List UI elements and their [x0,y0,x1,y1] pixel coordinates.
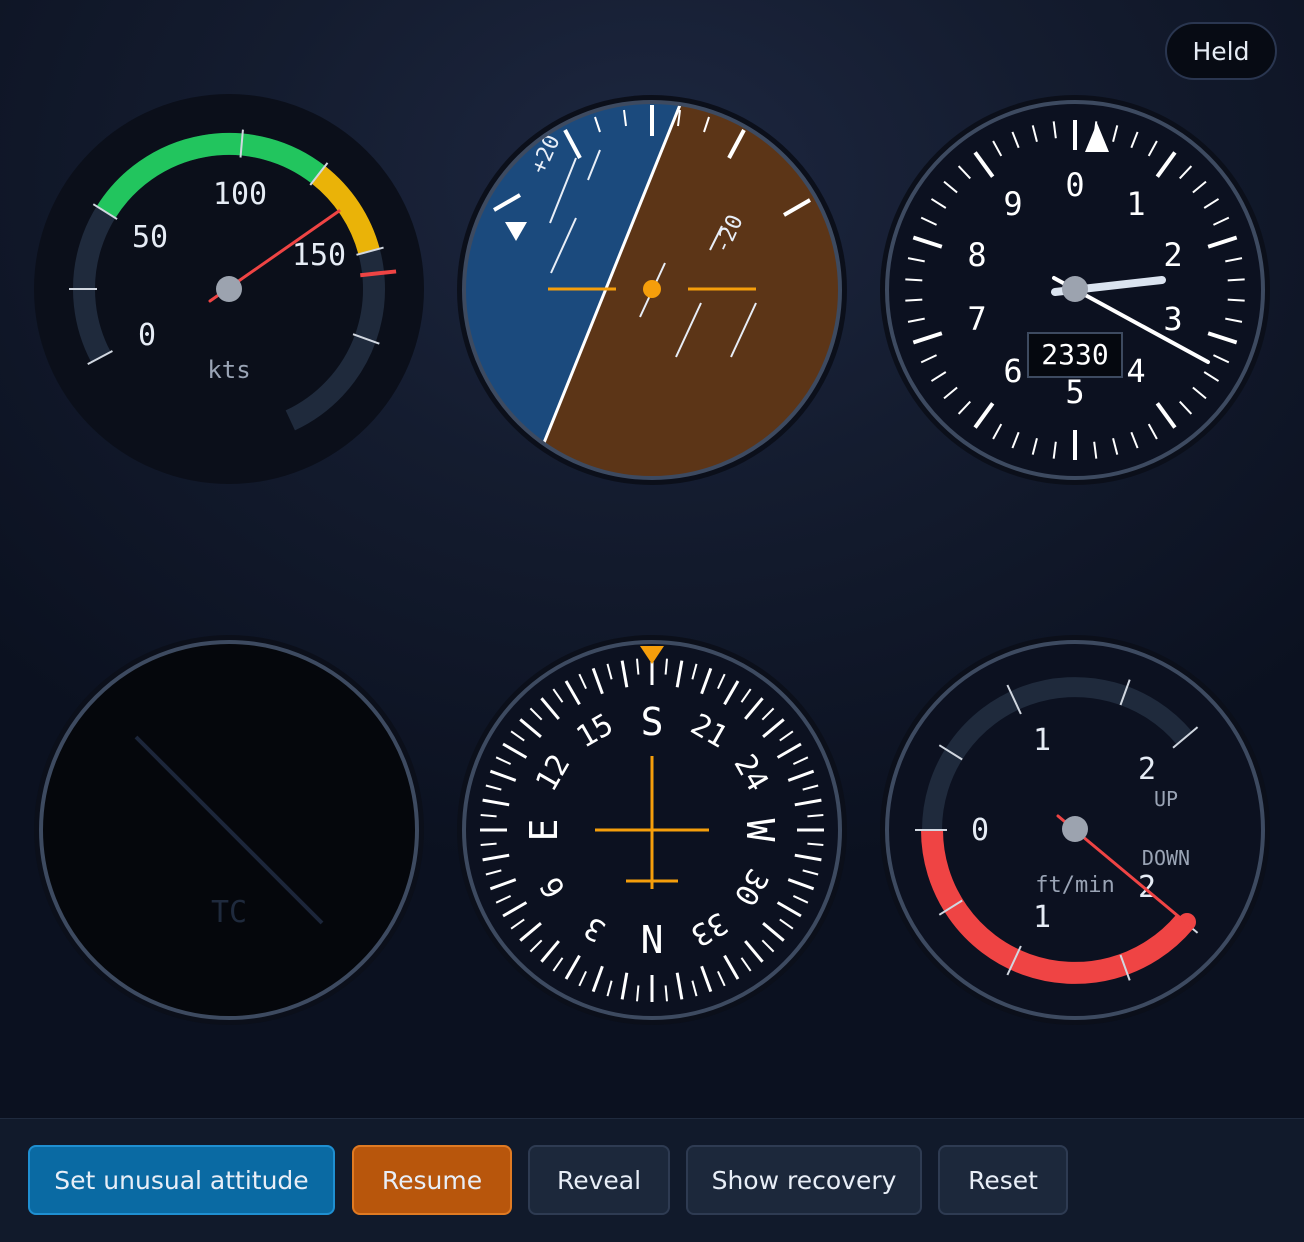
airspeed-label-100: 100 [213,177,267,212]
altimeter-digit-5: 5 [1065,373,1084,411]
heading-minor-tick [807,842,824,846]
altimeter-minor-tick [1227,298,1245,302]
control-toolbar: Set unusual attitude Resume Reveal Show … [0,1118,1304,1242]
altimeter-minor-tick [905,278,923,282]
altimeter-digit-8: 8 [967,236,986,274]
altimeter-readout: 2330 [1041,338,1108,371]
altimeter-digit-4: 4 [1126,352,1145,390]
altimeter-digit-3: 3 [1163,300,1182,338]
vsi-unit-label: ft/min [1035,873,1114,898]
airspeed-unit-label: kts [207,356,250,384]
altimeter-digit-7: 7 [967,300,986,338]
heading-indicator: S 21 24 W 30 33 N 3 6 E 12 15 [457,635,847,1025]
resume-button[interactable]: Resume [352,1145,512,1215]
turn-coordinator: TC [34,635,424,1025]
heading-minor-tick [480,814,497,818]
altimeter: 0 1 2 3 4 5 6 7 8 9 2330 [880,95,1270,485]
heading-label-s: S [641,700,664,744]
show-recovery-button[interactable]: Show recovery [686,1145,922,1215]
vsi-label-down-1: 1 [1033,900,1051,935]
instrument-panel-svg: 0 50 100 150 kts +20 -20 0 1 2 3 4 5 6 7… [34,94,1270,1025]
heading-label-w: W [738,819,782,842]
airspeed-label-150: 150 [292,238,346,273]
vsi-label-0: 0 [971,813,989,848]
airspeed-indicator: 0 50 100 150 kts [34,94,424,484]
set-unusual-attitude-button[interactable]: Set unusual attitude [28,1145,335,1215]
heading-minor-tick [807,814,824,818]
vsi-hub [1062,816,1088,842]
altimeter-digit-6: 6 [1003,352,1022,390]
vsi-down-label: DOWN [1142,846,1190,870]
vsi-up-label: UP [1154,787,1178,811]
altimeter-minor-tick [1227,278,1245,282]
turn-coordinator-label: TC [211,895,247,930]
airspeed-label-0: 0 [138,318,156,353]
heading-minor-tick [664,658,668,675]
altimeter-hub [1062,276,1088,302]
altimeter-minor-tick [905,298,923,302]
vsi-label-up-2: 2 [1138,752,1156,787]
heading-label-n: N [641,916,664,960]
heading-minor-tick [636,658,640,675]
altimeter-digit-0: 0 [1065,166,1084,204]
airspeed-hub [216,276,242,302]
instrument-panel: 0 50 100 150 kts +20 -20 0 1 2 3 4 5 6 7… [0,0,1304,1118]
vsi-label-up-1: 1 [1033,723,1051,758]
reveal-button[interactable]: Reveal [528,1145,670,1215]
heading-label-e: E [522,819,566,842]
heading-minor-tick [636,985,640,1002]
airspeed-label-50: 50 [132,220,168,255]
vsi-label-down-2: 2 [1138,870,1156,905]
altimeter-digit-9: 9 [1003,185,1022,223]
vertical-speed-indicator: 0 1 2 1 2 UP DOWN ft/min [880,635,1270,1025]
heading-minor-tick [664,985,668,1002]
app-root: 0 50 100 150 kts +20 -20 0 1 2 3 4 5 6 7… [0,0,1304,1242]
altimeter-digit-1: 1 [1126,185,1145,223]
aircraft-center-dot [643,280,661,298]
reset-button[interactable]: Reset [938,1145,1068,1215]
status-badge: Held [1165,22,1277,80]
altimeter-digit-2: 2 [1163,236,1182,274]
heading-minor-tick [480,842,497,846]
attitude-indicator: +20 -20 [457,95,847,485]
